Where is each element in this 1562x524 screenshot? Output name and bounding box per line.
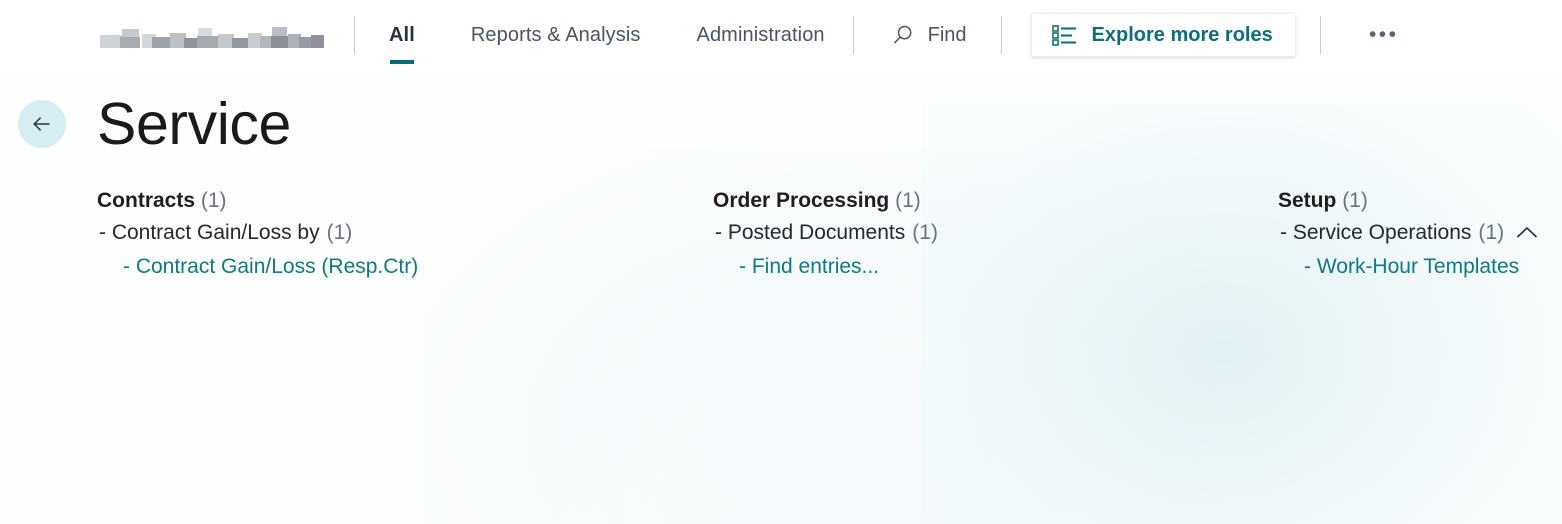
group-name: Contracts <box>97 189 196 213</box>
tab-reports-and-analysis[interactable]: Reports & Analysis <box>471 0 641 70</box>
nav-tabs: All Reports & Analysis Administration <box>355 0 853 70</box>
explorer-level1-item[interactable]: - Posted Documents (1) <box>713 216 1278 250</box>
group-header: Contracts (1) <box>97 186 713 216</box>
level1-count: (1) <box>1478 221 1505 245</box>
background-glow-right <box>922 104 1562 524</box>
group-name: Order Processing <box>713 189 890 213</box>
find-label: Find <box>927 23 967 46</box>
find-button[interactable]: Find <box>854 13 1001 57</box>
background-glow-bottom <box>560 264 1180 524</box>
explorer-column-order-processing: Order Processing (1) - Posted Documents … <box>713 186 1278 284</box>
group-name: Setup <box>1278 189 1337 213</box>
more-options-button[interactable]: ••• <box>1351 13 1417 57</box>
role-explorer-columns: Contracts (1) - Contract Gain/Loss by (1… <box>0 186 1562 284</box>
explore-more-roles-button[interactable]: Explore more roles <box>1030 13 1296 57</box>
arrow-left-icon <box>27 109 57 139</box>
explorer-level2-link[interactable]: - Find entries... <box>713 250 1278 284</box>
explore-more-roles-container: Explore more roles <box>1002 13 1320 57</box>
level1-label: - Contract Gain/Loss by <box>99 221 320 245</box>
divider-before-overflow <box>1319 16 1321 54</box>
group-count: (1) <box>1342 189 1368 213</box>
level1-count: (1) <box>326 221 353 245</box>
chevron-up-icon[interactable] <box>1515 225 1539 241</box>
group-header: Setup (1) <box>1278 186 1562 216</box>
page-title: Service <box>97 91 291 157</box>
page-header: Service <box>0 70 1562 154</box>
group-header: Order Processing (1) <box>713 186 1278 216</box>
tab-all[interactable]: All <box>389 0 415 70</box>
tab-administration[interactable]: Administration <box>697 0 825 70</box>
explorer-column-setup: Setup (1) - Service Operations (1) - Wor… <box>1278 186 1562 284</box>
explorer-level2-link[interactable]: - Contract Gain/Loss (Resp.Ctr) <box>97 250 713 284</box>
level1-label: - Service Operations <box>1280 221 1472 245</box>
top-navigation-bar: All Reports & Analysis Administration Fi… <box>0 0 1562 70</box>
group-count: (1) <box>895 189 921 213</box>
explorer-column-contracts: Contracts (1) - Contract Gain/Loss by (1… <box>97 186 713 284</box>
list-icon <box>1051 24 1077 46</box>
app-window: All Reports & Analysis Administration Fi… <box>0 0 1562 524</box>
group-count: (1) <box>200 189 227 213</box>
back-button[interactable] <box>18 100 66 149</box>
explorer-level1-item[interactable]: - Service Operations (1) <box>1278 216 1562 250</box>
explore-more-roles-label: Explore more roles <box>1091 23 1273 46</box>
level1-label: - Posted Documents <box>715 221 906 245</box>
level1-count: (1) <box>912 221 938 245</box>
explorer-level2-link[interactable]: - Work-Hour Templates <box>1278 250 1562 284</box>
explorer-level1-item[interactable]: - Contract Gain/Loss by (1) <box>97 216 713 250</box>
company-name-redacted[interactable] <box>94 22 326 48</box>
search-icon <box>890 23 915 48</box>
